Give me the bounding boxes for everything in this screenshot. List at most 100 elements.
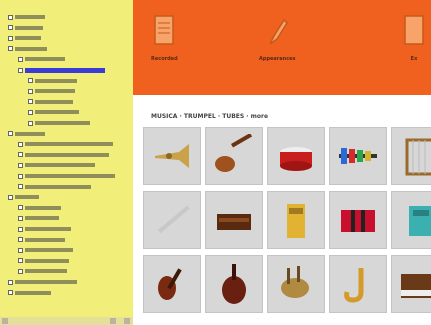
tree-item[interactable] <box>18 268 67 274</box>
tree-item-label <box>25 216 59 221</box>
tree-item-label <box>25 237 65 242</box>
tree-item[interactable] <box>8 35 41 41</box>
tree-item-label <box>25 269 67 274</box>
grid-tile[interactable] <box>267 255 325 313</box>
accordion-icon <box>341 210 375 232</box>
ex-button[interactable]: Ex <box>403 14 425 62</box>
saxophone-icon <box>344 268 364 303</box>
grid-tile[interactable] <box>143 191 201 249</box>
tree-item[interactable] <box>8 14 45 20</box>
tree-item-label <box>25 248 73 253</box>
tree-item[interactable] <box>8 25 43 31</box>
expand-toggle-icon[interactable] <box>18 237 23 243</box>
expand-toggle-icon[interactable] <box>28 99 33 105</box>
grid-tile[interactable] <box>391 127 431 185</box>
tree-item[interactable] <box>18 237 65 243</box>
case-icon <box>409 206 431 236</box>
expand-toggle-icon[interactable] <box>8 46 13 52</box>
scroll-thumb[interactable] <box>110 318 116 324</box>
expand-toggle-icon[interactable] <box>8 290 13 296</box>
expand-toggle-icon[interactable] <box>18 56 23 62</box>
horizontal-scrollbar[interactable] <box>0 317 133 325</box>
folder-tree-sidebar[interactable] <box>0 0 133 325</box>
tree-item[interactable] <box>8 290 51 296</box>
grid-tile[interactable] <box>143 127 201 185</box>
tree-item[interactable] <box>18 258 69 264</box>
violin-icon <box>158 268 182 300</box>
expand-toggle-icon[interactable] <box>28 109 33 115</box>
tree-item[interactable] <box>18 67 105 73</box>
tree-item[interactable] <box>28 120 90 126</box>
expand-toggle-icon[interactable] <box>18 215 23 221</box>
expand-toggle-icon[interactable] <box>18 226 23 232</box>
expand-toggle-icon[interactable] <box>8 279 13 285</box>
tree-item[interactable] <box>18 226 71 232</box>
tree-item-label <box>15 15 45 19</box>
recorded-label: Recorded <box>151 56 178 62</box>
scroll-right-button[interactable] <box>124 318 130 324</box>
expand-toggle-icon[interactable] <box>18 184 23 190</box>
tree-item[interactable] <box>8 46 47 52</box>
grid-tile[interactable] <box>267 191 325 249</box>
grid-tile[interactable] <box>267 127 325 185</box>
cello-icon <box>222 264 246 304</box>
harp-icon <box>405 138 431 176</box>
tree-item-label <box>15 195 39 200</box>
tree-item[interactable] <box>18 56 65 62</box>
expand-toggle-icon[interactable] <box>18 173 23 179</box>
tree-item[interactable] <box>28 99 73 105</box>
breadcrumb: MUSICA · TRUMPEL · TUBES · more <box>151 113 269 120</box>
tree-item[interactable] <box>8 131 45 137</box>
expand-toggle-icon[interactable] <box>8 194 13 200</box>
bagpipe-icon <box>281 266 309 298</box>
expand-toggle-icon[interactable] <box>18 205 23 211</box>
grid-tile[interactable] <box>391 191 431 249</box>
grid-tile[interactable] <box>329 191 387 249</box>
expand-toggle-icon[interactable] <box>8 25 13 31</box>
tree-item-label <box>35 89 75 94</box>
expand-toggle-icon[interactable] <box>28 88 33 94</box>
chest-icon <box>217 214 251 230</box>
expand-toggle-icon[interactable] <box>8 131 13 137</box>
grid-tile[interactable] <box>205 255 263 313</box>
xylophone-icon <box>339 148 377 164</box>
grid-tile[interactable] <box>329 127 387 185</box>
tree-item[interactable] <box>18 162 95 168</box>
grid-tile[interactable] <box>329 255 387 313</box>
tree-item[interactable] <box>8 279 77 285</box>
grid-tile[interactable] <box>143 255 201 313</box>
tree-item[interactable] <box>28 109 79 115</box>
expand-toggle-icon[interactable] <box>18 141 23 147</box>
expand-toggle-icon[interactable] <box>18 67 23 73</box>
expand-toggle-icon[interactable] <box>18 258 23 264</box>
tree-item[interactable] <box>8 194 39 200</box>
tree-item[interactable] <box>18 152 109 158</box>
tree-item[interactable] <box>18 247 73 253</box>
tree-item-label <box>35 121 90 125</box>
tree-item[interactable] <box>18 215 59 221</box>
grid-tile[interactable] <box>391 255 431 313</box>
tree-item-label <box>25 174 115 178</box>
expand-toggle-icon[interactable] <box>18 152 23 158</box>
expand-toggle-icon[interactable] <box>18 247 23 253</box>
scroll-left-button[interactable] <box>2 318 8 324</box>
expand-toggle-icon[interactable] <box>8 14 13 20</box>
grid-tile[interactable] <box>205 191 263 249</box>
grid-tile[interactable] <box>205 127 263 185</box>
tree-item[interactable] <box>28 78 77 84</box>
tree-item-label <box>15 131 45 136</box>
tree-item[interactable] <box>18 141 113 147</box>
expand-toggle-icon[interactable] <box>28 120 33 126</box>
bottle-icon <box>287 204 305 238</box>
tree-item[interactable] <box>28 88 75 94</box>
tree-item[interactable] <box>18 205 61 211</box>
expand-toggle-icon[interactable] <box>18 162 23 168</box>
appearances-button[interactable]: Appearances <box>259 14 296 62</box>
recorded-button[interactable]: Recorded <box>151 14 178 62</box>
expand-toggle-icon[interactable] <box>28 78 33 84</box>
expand-toggle-icon[interactable] <box>18 268 23 274</box>
tree-item-label <box>15 25 43 30</box>
tree-item[interactable] <box>18 184 91 190</box>
expand-toggle-icon[interactable] <box>8 35 13 41</box>
tree-item[interactable] <box>18 173 115 179</box>
